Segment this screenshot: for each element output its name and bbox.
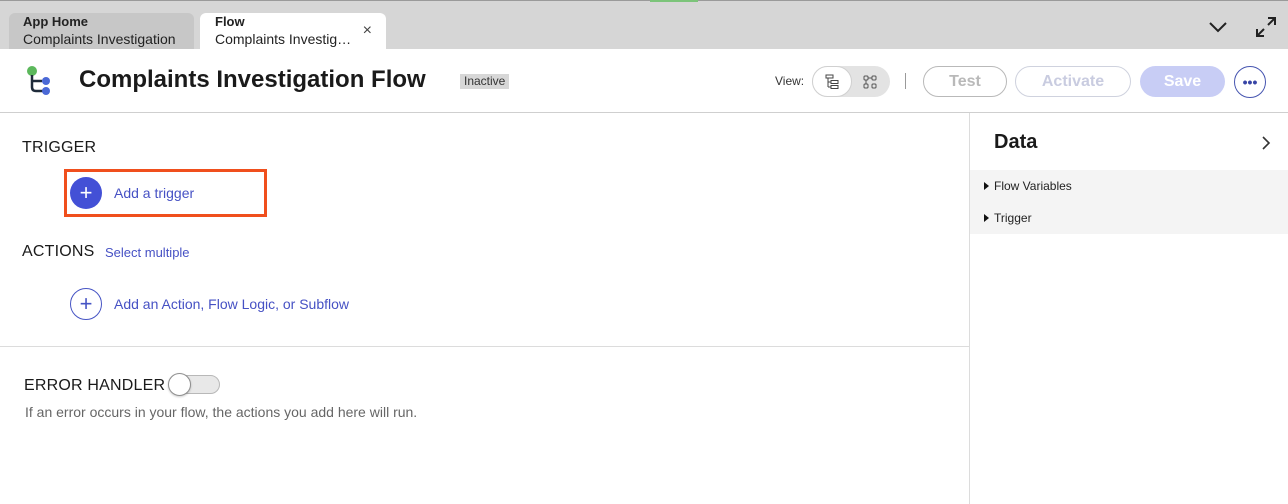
tab-flow[interactable]: Flow Complaints Investigation Flow × xyxy=(200,13,386,50)
error-handler-help: If an error occurs in your flow, the act… xyxy=(25,404,418,420)
tab-flow-label: Flow xyxy=(215,14,245,29)
select-multiple-link[interactable]: Select multiple xyxy=(105,245,190,260)
add-trigger-link[interactable]: Add a trigger xyxy=(114,185,194,201)
add-trigger-plus-icon[interactable]: + xyxy=(70,177,102,209)
status-line xyxy=(650,0,698,2)
chevron-right-icon[interactable] xyxy=(1260,135,1272,151)
more-actions-button[interactable]: ••• xyxy=(1234,66,1266,98)
status-badge: Inactive xyxy=(460,74,510,89)
more-icon: ••• xyxy=(1242,74,1258,90)
tree-view-icon xyxy=(825,74,839,89)
caret-right-icon xyxy=(984,182,989,190)
expand-icon[interactable] xyxy=(1254,15,1278,39)
view-toggle xyxy=(812,66,890,97)
test-button[interactable]: Test xyxy=(923,66,1007,97)
activate-button[interactable]: Activate xyxy=(1015,66,1131,97)
data-item-trigger[interactable]: Trigger xyxy=(984,202,1032,234)
add-action-plus-icon[interactable]: + xyxy=(70,288,102,320)
error-handler-heading: ERROR HANDLER xyxy=(24,377,166,394)
actions-heading: ACTIONS xyxy=(22,243,95,260)
section-divider xyxy=(0,346,969,347)
view-diagram-button[interactable] xyxy=(850,66,890,97)
tab-app-home-subtitle: Complaints Investigation xyxy=(23,31,176,47)
trigger-heading: TRIGGER xyxy=(22,139,97,156)
error-handler-toggle[interactable] xyxy=(168,373,220,396)
toggle-knob xyxy=(168,373,191,396)
flow-header: Complaints Investigation Flow Inactive V… xyxy=(0,49,1288,113)
add-action-link[interactable]: Add an Action, Flow Logic, or Subflow xyxy=(114,296,349,312)
flow-logo-icon xyxy=(27,66,50,95)
data-panel: Data Flow Variables Trigger xyxy=(970,113,1288,504)
page-title: Complaints Investigation Flow xyxy=(79,66,426,93)
data-pill-list: Flow Variables Trigger xyxy=(970,170,1288,234)
tab-strip: App Home Complaints Investigation Flow C… xyxy=(0,0,1288,50)
tab-app-home[interactable]: App Home Complaints Investigation xyxy=(9,13,194,50)
caret-right-icon xyxy=(984,214,989,222)
data-panel-title: Data xyxy=(994,131,1038,153)
chevron-down-icon[interactable] xyxy=(1206,15,1230,39)
diagram-view-icon xyxy=(863,75,877,88)
data-item-label: Flow Variables xyxy=(994,179,1072,193)
data-item-label: Trigger xyxy=(994,211,1032,225)
tab-flow-subtitle: Complaints Investigation Flow xyxy=(215,31,355,47)
data-item-flow-variables[interactable]: Flow Variables xyxy=(984,170,1072,202)
close-icon[interactable]: × xyxy=(363,23,372,39)
view-tree-button[interactable] xyxy=(812,66,852,97)
tab-app-home-label: App Home xyxy=(23,14,88,29)
view-label: View: xyxy=(775,74,805,88)
save-button[interactable]: Save xyxy=(1140,66,1225,97)
flow-canvas: TRIGGER + Add a trigger ACTIONS Select m… xyxy=(0,113,969,504)
header-divider xyxy=(905,73,906,89)
